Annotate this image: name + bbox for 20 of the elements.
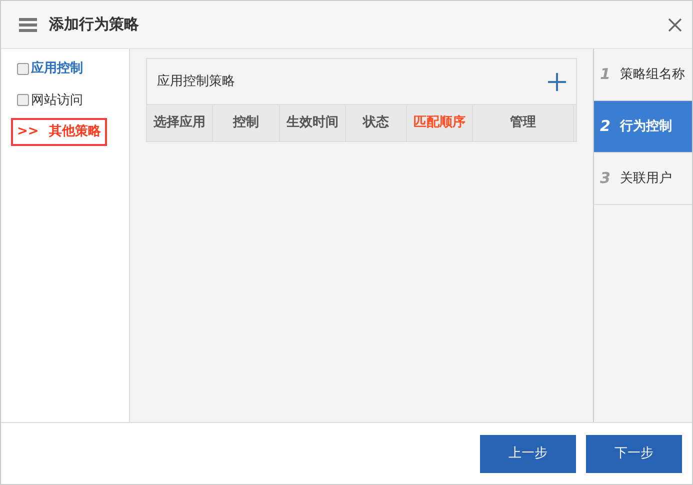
column-header: 选择应用: [147, 105, 213, 141]
menu-icon[interactable]: [19, 18, 37, 32]
nav-item[interactable]: 应用控制: [11, 55, 89, 82]
panel-title: 应用控制策略: [157, 72, 235, 91]
window-title: 添加行为策略: [49, 14, 139, 36]
add-icon[interactable]: [548, 72, 566, 90]
step-tab[interactable]: 2 行为控制: [594, 101, 692, 153]
checkbox[interactable]: [17, 62, 29, 75]
nav-item[interactable]: 网站访问: [11, 86, 89, 114]
column-header: 状态: [346, 105, 407, 141]
column-header: 匹配顺序: [407, 105, 473, 141]
step-tab[interactable]: 3 关联用户: [594, 153, 692, 205]
column-header: 控制: [213, 105, 280, 141]
step-button[interactable]: 上一步: [480, 434, 576, 472]
checkbox[interactable]: [17, 94, 29, 106]
nav-item[interactable]: >> 其他策略: [11, 118, 107, 146]
column-header: 管理: [473, 105, 574, 141]
close-icon[interactable]: [668, 18, 682, 32]
column-header: 生效时间: [280, 105, 346, 141]
step-button[interactable]: 下一步: [586, 434, 682, 472]
